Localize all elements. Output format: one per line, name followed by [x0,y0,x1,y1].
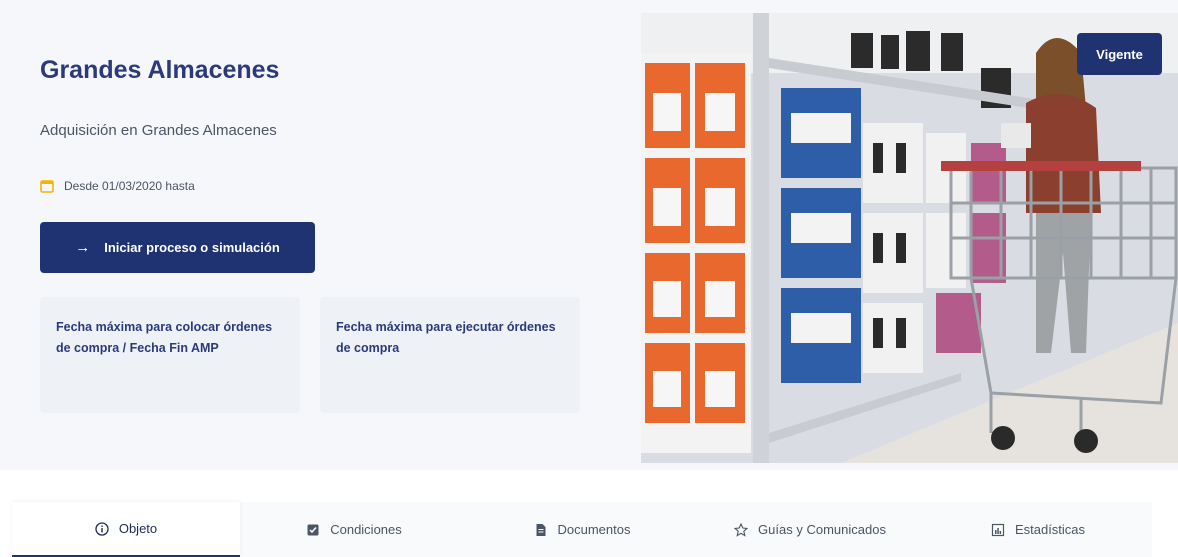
tab-label: Objeto [118,521,158,536]
page-subtitle: Adquisición en Grandes Almacenes [40,122,277,139]
store-photo [641,13,1178,463]
document-icon [534,523,548,537]
tab-guias[interactable]: Guías y Comunicados [696,502,924,557]
chart-icon [991,523,1005,537]
date-range-text: Desde 01/03/2020 hasta [64,179,195,193]
tab-label: Guías y Comunicados [758,522,886,537]
tab-label: Condiciones [330,522,402,537]
arrow-right-icon: → [75,239,91,256]
status-badge: Vigente [1077,33,1162,75]
checklist-icon [306,523,320,537]
tab-bar: Objeto Condiciones Documentos Guías y Co… [12,502,1152,557]
calendar-icon [40,179,54,193]
tab-objeto[interactable]: Objeto [12,502,240,557]
star-icon [734,522,749,537]
date-range: Desde 01/03/2020 hasta [40,179,195,193]
tab-documentos[interactable]: Documentos [468,502,696,557]
start-process-label: Iniciar proceso o simulación [104,240,280,255]
order-deadline-card: Fecha máxima para colocar órdenes de com… [40,297,300,413]
info-circle-icon [95,521,109,536]
hero-section: Grandes Almacenes Adquisición en Grandes… [0,0,1178,470]
tab-label: Estadísticas [1014,522,1086,537]
execution-deadline-card: Fecha máxima para ejecutar órdenes de co… [320,297,580,413]
tab-label: Documentos [557,522,631,537]
tab-condiciones[interactable]: Condiciones [240,502,468,557]
page-title: Grandes Almacenes [40,56,280,84]
tab-estadisticas[interactable]: Estadísticas [924,502,1152,557]
start-process-button[interactable]: → Iniciar proceso o simulación [40,222,315,273]
